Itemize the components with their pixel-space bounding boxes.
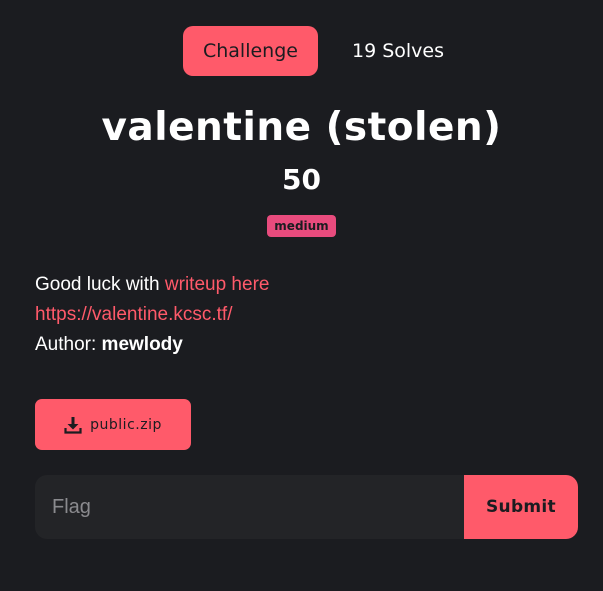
challenge-title: valentine (stolen) [101,105,502,150]
tab-challenge[interactable]: Challenge [182,26,318,76]
description-text: Good luck with [35,274,165,295]
challenge-url-link[interactable]: https://valentine.kcsc.tf/ [35,304,232,325]
flag-input[interactable] [35,475,464,539]
author-label: Author: [35,334,102,355]
writeup-link[interactable]: writeup here [165,274,270,295]
challenge-modal: Challenge 19 Solves valentine (stolen) 5… [0,0,603,591]
difficulty-tag: medium [267,215,336,237]
flag-form: Submit [35,475,578,539]
tag-row: medium [0,215,603,237]
description-line-1: Good luck with writeup here [35,270,575,300]
download-icon [64,416,82,434]
tab-solves[interactable]: 19 Solves [332,26,464,76]
download-file-button[interactable]: public.zip [35,399,191,450]
description-line-2: https://valentine.kcsc.tf/ [35,300,575,330]
description-line-3: Author: mewlody [35,330,575,360]
modal-tabs: Challenge 19 Solves [0,26,603,76]
author-name: mewlody [101,334,183,355]
download-file-label: public.zip [90,416,162,433]
challenge-points: 50 [282,163,321,196]
challenge-description: Good luck with writeup here https://vale… [35,270,575,360]
submit-button[interactable]: Submit [464,475,578,539]
